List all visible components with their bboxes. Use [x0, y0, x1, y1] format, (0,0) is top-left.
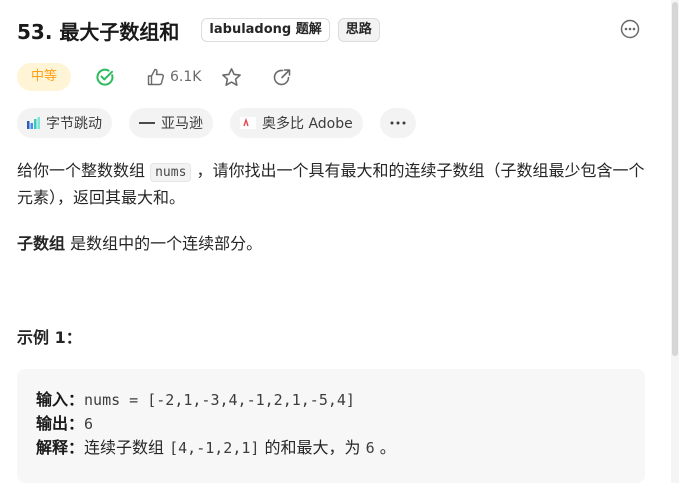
scrollbar-thumb[interactable]	[672, 2, 678, 356]
share-icon	[274, 69, 291, 86]
explain-number: 6	[365, 439, 375, 457]
company-label: 奥多比 Adobe	[262, 116, 353, 132]
company-label: 亚马逊	[161, 116, 203, 132]
more-circle-icon[interactable]	[620, 19, 640, 39]
company-tags: 字节跳动 亚马逊 奥多比 Adobe	[17, 108, 416, 138]
example-box: 输入：nums = [-2,1,-3,4,-1,2,1,-5,4] 输出：6 解…	[17, 369, 645, 483]
explain-text: 。	[374, 438, 396, 457]
definition-text: 是数组中的一个连续部分。	[65, 234, 263, 253]
bytedance-logo-icon	[27, 117, 40, 129]
star-icon	[222, 67, 242, 86]
example-output: 输出：6	[36, 412, 93, 436]
output-value: 6	[84, 415, 94, 433]
page-title[interactable]: 53. 最大子数组和	[17, 16, 179, 45]
solution-tag[interactable]: labuladong 题解	[201, 18, 330, 42]
example-input: 输入：nums = [-2,1,-3,4,-1,2,1,-5,4]	[36, 388, 355, 412]
explain-text: 的和最大，为	[259, 438, 366, 457]
adobe-logo-icon	[240, 117, 256, 129]
output-label: 输出：	[36, 414, 85, 433]
meta-row: 中等 6.1K	[17, 63, 292, 91]
example-explanation: 解释：连续子数组 [4,-1,2,1] 的和最大，为 6 。	[36, 436, 396, 460]
solved-status	[95, 67, 115, 87]
company-tag-bytedance[interactable]: 字节跳动	[17, 108, 112, 138]
input-value: nums = [-2,1,-3,4,-1,2,1,-5,4]	[84, 391, 355, 409]
problem-panel: 53. 最大子数组和 labuladong 题解 思路 中等 6.1K 字节跳动…	[0, 0, 671, 483]
explain-text: 连续子数组	[84, 438, 170, 457]
more-horizontal-icon	[390, 121, 406, 125]
company-tag-adobe[interactable]: 奥多比 Adobe	[230, 108, 363, 138]
input-label: 输入：	[36, 390, 85, 409]
like-button[interactable]: 6.1K	[146, 67, 201, 87]
hint-tag[interactable]: 思路	[337, 18, 380, 42]
explain-label: 解释：	[36, 438, 85, 457]
share-button[interactable]	[272, 67, 292, 87]
subarray-definition: 子数组 是数组中的一个连续部分。	[17, 231, 262, 256]
scrollbar[interactable]	[671, 0, 679, 483]
like-count: 6.1K	[170, 69, 202, 85]
difficulty-badge: 中等	[17, 63, 71, 91]
thumb-up-icon	[147, 68, 164, 86]
definition-term: 子数组	[17, 234, 66, 253]
explain-code: [4,-1,2,1]	[169, 439, 260, 457]
amazon-logo-icon	[139, 122, 155, 124]
example-title: 示例 1：	[17, 328, 82, 347]
company-label: 字节跳动	[46, 116, 102, 132]
company-tag-amazon[interactable]: 亚马逊	[129, 108, 213, 138]
more-companies-button[interactable]	[379, 108, 416, 138]
description-text: 给你一个整数数组	[17, 161, 151, 180]
check-circle-icon	[96, 68, 114, 86]
inline-code: nums	[150, 163, 192, 182]
title-row: 53. 最大子数组和 labuladong 题解 思路	[17, 14, 380, 46]
problem-description: 给你一个整数数组 nums ，请你找出一个具有最大和的连续子数组（子数组最少包含…	[17, 158, 647, 210]
favorite-button[interactable]	[221, 67, 242, 88]
